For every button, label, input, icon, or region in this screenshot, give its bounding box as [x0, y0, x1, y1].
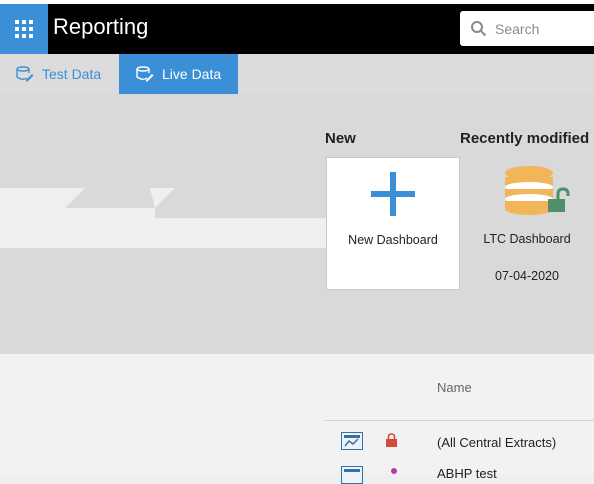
database-edit-icon	[136, 66, 154, 82]
list-item-name[interactable]: (All Central Extracts)	[437, 435, 556, 450]
dashboard-icon	[341, 432, 363, 450]
list-area	[0, 354, 594, 474]
table-divider	[325, 420, 594, 421]
database-lock-icon	[505, 166, 570, 215]
recent-dashboard-date: 07-04-2020	[495, 269, 559, 283]
recent-dashboard-label: LTC Dashboard	[483, 232, 571, 246]
background-shape	[0, 188, 326, 248]
lock-icon	[386, 433, 397, 447]
new-dashboard-label: New Dashboard	[348, 233, 438, 247]
app-launcher-button[interactable]	[0, 4, 48, 54]
tab-live-data[interactable]: Live Data	[119, 54, 238, 94]
data-source-tabs: Test Data Live Data	[0, 54, 594, 94]
recent-dashboard-card[interactable]: LTC Dashboard 07-04-2020	[463, 157, 591, 288]
new-dashboard-card[interactable]: New Dashboard	[326, 157, 460, 290]
search-icon	[471, 21, 487, 37]
section-new-heading: New	[325, 130, 356, 147]
search-input[interactable]: Search	[460, 11, 594, 46]
column-header-name[interactable]: Name	[437, 380, 472, 395]
dashboard-icon	[341, 466, 363, 484]
tab-label: Test Data	[42, 66, 102, 82]
section-recent-heading: Recently modified	[460, 130, 590, 147]
top-border	[0, 0, 594, 4]
plus-icon	[371, 172, 415, 216]
database-edit-icon	[16, 66, 34, 82]
tab-test-data[interactable]: Test Data	[0, 54, 119, 94]
app-title: Reporting	[53, 14, 149, 39]
search-placeholder: Search	[495, 21, 540, 37]
top-bar: Reporting Search	[0, 0, 594, 54]
grid-icon	[15, 20, 33, 38]
tab-label: Live Data	[162, 66, 222, 82]
